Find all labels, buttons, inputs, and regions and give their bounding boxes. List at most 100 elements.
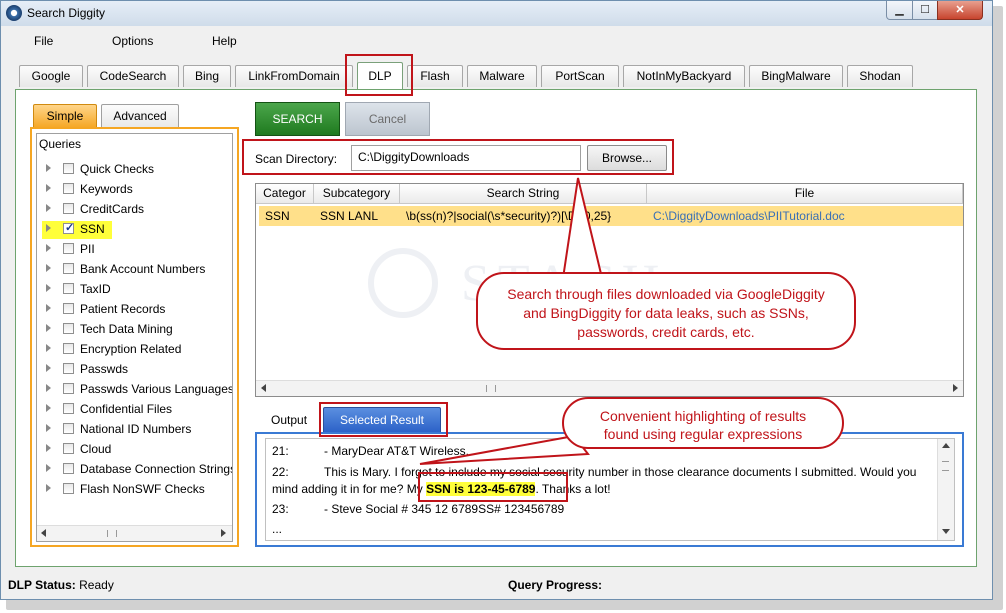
query-checkbox[interactable]: [63, 183, 74, 194]
expand-arrow-icon[interactable]: [46, 204, 51, 212]
query-checkbox[interactable]: [63, 203, 74, 214]
scroll-grip-icon: [107, 530, 117, 537]
expand-arrow-icon[interactable]: [46, 184, 51, 192]
expand-arrow-icon[interactable]: [46, 164, 51, 172]
scroll-up-icon[interactable]: [942, 443, 950, 448]
query-checkbox[interactable]: [63, 443, 74, 454]
query-checkbox[interactable]: [63, 323, 74, 334]
query-item[interactable]: Passwds Various Languages: [37, 381, 232, 399]
query-label: Keywords: [80, 182, 133, 196]
expand-arrow-icon[interactable]: [46, 304, 51, 312]
scroll-left-icon[interactable]: [41, 529, 46, 537]
col-category[interactable]: Categor: [256, 184, 314, 204]
selected-result-text[interactable]: 21: - MaryDear AT&T Wireless, 22: This i…: [265, 438, 955, 541]
output-vertical-scrollbar[interactable]: [937, 439, 954, 540]
query-item[interactable]: Database Connection Strings: [37, 461, 232, 479]
tab-flash[interactable]: Flash: [407, 65, 463, 87]
query-item[interactable]: Passwds: [37, 361, 232, 379]
expand-arrow-icon[interactable]: [46, 244, 51, 252]
menu-help[interactable]: Help: [212, 34, 237, 48]
tree-horizontal-scrollbar[interactable]: [37, 525, 232, 541]
tab-output[interactable]: Output: [271, 413, 307, 427]
queries-tree: Queries Quick Checks Keywords CreditCards ✓…: [36, 133, 233, 542]
query-checkbox[interactable]: [63, 283, 74, 294]
col-subcategory[interactable]: Subcategory: [314, 184, 400, 204]
query-checkbox[interactable]: ✓: [63, 222, 74, 234]
query-item[interactable]: Quick Checks: [37, 161, 232, 179]
tab-portscan[interactable]: PortScan: [541, 65, 619, 87]
query-label: Bank Account Numbers: [80, 262, 206, 276]
query-checkbox[interactable]: [63, 263, 74, 274]
title-bar[interactable]: Search Diggity ▁ ☐ ✕: [1, 1, 992, 26]
expand-arrow-icon[interactable]: [46, 424, 51, 432]
scroll-down-icon[interactable]: [942, 529, 950, 534]
search-callout-bubble: Search through files downloaded via Goog…: [476, 272, 856, 350]
line-text: mind adding it in for me? My: [272, 482, 427, 496]
expand-arrow-icon[interactable]: [46, 324, 51, 332]
menu-file[interactable]: File: [34, 34, 53, 48]
query-item[interactable]: TaxID: [37, 281, 232, 299]
tab-shodan[interactable]: Shodan: [847, 65, 913, 87]
tab-bingmalware[interactable]: BingMalware: [749, 65, 843, 87]
expand-arrow-icon[interactable]: [46, 284, 51, 292]
query-checkbox[interactable]: [63, 383, 74, 394]
expand-arrow-icon[interactable]: [46, 224, 51, 232]
menu-options[interactable]: Options: [112, 34, 153, 48]
expand-arrow-icon[interactable]: [46, 364, 51, 372]
query-checkbox[interactable]: [63, 363, 74, 374]
tab-bing[interactable]: Bing: [183, 65, 231, 87]
col-search-string[interactable]: Search String: [400, 184, 647, 204]
scroll-left-icon[interactable]: [261, 384, 266, 392]
close-button[interactable]: ✕: [937, 1, 983, 20]
query-item[interactable]: Flash NonSWF Checks: [37, 481, 232, 499]
query-label: Confidential Files: [80, 402, 173, 416]
query-checkbox[interactable]: [63, 463, 74, 474]
query-item[interactable]: Encryption Related: [37, 341, 232, 359]
query-item[interactable]: ✓ SSN: [42, 221, 112, 239]
query-checkbox[interactable]: [63, 483, 74, 494]
scroll-right-icon[interactable]: [953, 384, 958, 392]
query-checkbox[interactable]: [63, 243, 74, 254]
tab-codesearch[interactable]: CodeSearch: [87, 65, 179, 87]
expand-arrow-icon[interactable]: [46, 444, 51, 452]
tab-dlp[interactable]: DLP: [357, 62, 403, 89]
maximize-button[interactable]: ☐: [912, 1, 938, 20]
tab-simple[interactable]: Simple: [33, 104, 97, 128]
tab-google[interactable]: Google: [19, 65, 83, 87]
query-checkbox[interactable]: [63, 303, 74, 314]
query-checkbox[interactable]: [63, 163, 74, 174]
tab-malware[interactable]: Malware: [467, 65, 537, 87]
expand-arrow-icon[interactable]: [46, 384, 51, 392]
ssn-callout-box: [418, 472, 568, 502]
query-item[interactable]: Bank Account Numbers: [37, 261, 232, 279]
tab-linkfromdomain[interactable]: LinkFromDomain: [235, 65, 353, 87]
query-item[interactable]: National ID Numbers: [37, 421, 232, 439]
tab-notinmybackyard[interactable]: NotInMyBackyard: [623, 65, 745, 87]
query-item[interactable]: Tech Data Mining: [37, 321, 232, 339]
window-title: Search Diggity: [27, 6, 106, 20]
query-label: Database Connection Strings: [80, 462, 232, 476]
query-checkbox[interactable]: [63, 343, 74, 354]
query-item[interactable]: Cloud: [37, 441, 232, 459]
minimize-button[interactable]: ▁: [886, 1, 913, 20]
query-label: Tech Data Mining: [80, 322, 173, 336]
tab-advanced[interactable]: Advanced: [101, 104, 179, 128]
scroll-right-icon[interactable]: [221, 529, 226, 537]
cancel-button[interactable]: Cancel: [345, 102, 430, 136]
search-button[interactable]: SEARCH: [255, 102, 340, 136]
query-checkbox[interactable]: [63, 403, 74, 414]
expand-arrow-icon[interactable]: [46, 344, 51, 352]
expand-arrow-icon[interactable]: [46, 464, 51, 472]
query-item[interactable]: PII: [37, 241, 232, 259]
query-item[interactable]: CreditCards: [37, 201, 232, 219]
query-item[interactable]: Keywords: [37, 181, 232, 199]
query-item[interactable]: Confidential Files: [37, 401, 232, 419]
col-file[interactable]: File: [647, 184, 963, 204]
grid-horizontal-scrollbar[interactable]: [256, 380, 963, 396]
table-row[interactable]: SSN SSN LANL \b(ss(n)?|social(\s*securit…: [259, 206, 963, 226]
expand-arrow-icon[interactable]: [46, 404, 51, 412]
query-checkbox[interactable]: [63, 423, 74, 434]
query-item[interactable]: Patient Records: [37, 301, 232, 319]
expand-arrow-icon[interactable]: [46, 264, 51, 272]
expand-arrow-icon[interactable]: [46, 484, 51, 492]
